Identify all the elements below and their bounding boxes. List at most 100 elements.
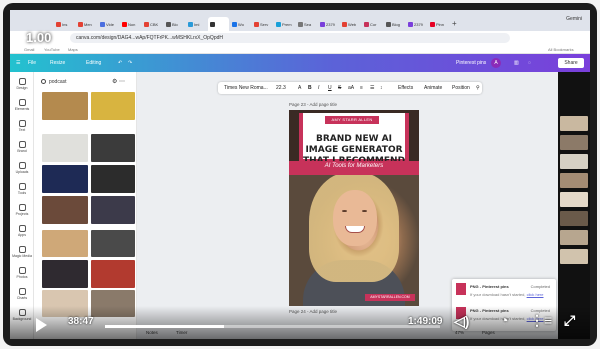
url-field[interactable]: canva.com/design/DAG4...wAp/FQTFrPK...wM… bbox=[70, 33, 510, 43]
bold-icon[interactable]: B bbox=[308, 85, 312, 91]
browser-tab[interactable]: Wo bbox=[230, 17, 251, 31]
result-thumbnail[interactable] bbox=[42, 230, 88, 257]
result-thumbnail[interactable] bbox=[91, 230, 135, 257]
participant-tile[interactable] bbox=[560, 135, 588, 150]
share-button[interactable]: Share bbox=[558, 58, 584, 68]
animate-button[interactable]: Animate bbox=[424, 85, 442, 91]
rail-item-design[interactable]: Design bbox=[10, 78, 34, 90]
browser-tab[interactable]: Cor bbox=[362, 17, 383, 31]
result-thumbnail[interactable] bbox=[91, 92, 135, 120]
case-icon[interactable]: aA bbox=[348, 85, 354, 91]
rail-item-charts[interactable]: Charts bbox=[10, 288, 34, 300]
font-family-select[interactable]: Times New Roma... bbox=[224, 85, 268, 91]
result-thumbnail[interactable] bbox=[91, 260, 135, 288]
result-thumbnail[interactable] bbox=[91, 196, 135, 224]
volume-icon[interactable]: ◁) bbox=[454, 313, 469, 330]
browser-tab[interactable] bbox=[208, 17, 229, 31]
filter-icon[interactable]: ⚙ ⋯ bbox=[112, 78, 125, 85]
rail-item-text[interactable]: Text bbox=[10, 120, 34, 132]
rail-item-apps[interactable]: Apps bbox=[10, 225, 34, 237]
rail-item-projects[interactable]: Projects bbox=[10, 204, 34, 216]
speed-icon[interactable]: ◔ bbox=[500, 312, 508, 328]
result-thumbnail[interactable] bbox=[42, 165, 88, 193]
browser-tab[interactable]: Web bbox=[340, 17, 361, 31]
pin-subtitle[interactable]: AI Tools for Marketers bbox=[289, 163, 419, 169]
browser-tab[interactable]: Prem bbox=[274, 17, 295, 31]
rail-item-uploads[interactable]: Uploads bbox=[10, 162, 34, 174]
search-input[interactable]: podcast bbox=[37, 77, 107, 87]
strikethrough-icon[interactable]: S bbox=[338, 85, 341, 91]
browser-profile[interactable]: Gemini bbox=[566, 16, 582, 22]
redo-icon[interactable]: ↷ bbox=[128, 60, 132, 66]
result-thumbnail[interactable] bbox=[42, 196, 88, 224]
result-thumbnail[interactable] bbox=[91, 134, 135, 162]
browser-tab[interactable]: Pinn bbox=[428, 17, 449, 31]
result-thumbnail[interactable] bbox=[91, 165, 135, 193]
browser-tab[interactable]: Non bbox=[120, 17, 141, 31]
browser-tab[interactable]: Men bbox=[76, 17, 97, 31]
fullscreen-icon[interactable]: ⤢ bbox=[564, 312, 575, 329]
rail-item-magic-media[interactable]: Magic Media bbox=[10, 246, 34, 258]
browser-tab[interactable]: Imi bbox=[186, 17, 207, 31]
rail-item-tools[interactable]: Tools bbox=[10, 183, 34, 195]
spacing-icon[interactable]: ↕ bbox=[380, 85, 383, 91]
paint-format-icon[interactable]: ⚲ bbox=[476, 85, 480, 91]
comment-icon[interactable]: ◌ bbox=[528, 60, 531, 66]
search-icon bbox=[41, 79, 46, 84]
menu-icon[interactable]: ☰ bbox=[16, 60, 20, 66]
result-thumbnail[interactable] bbox=[42, 260, 88, 288]
editing-mode[interactable]: Editing bbox=[86, 60, 101, 66]
rail-item-brand[interactable]: Brand bbox=[10, 141, 34, 153]
browser-tab[interactable]: Ins bbox=[54, 17, 75, 31]
browser-tab[interactable]: Vide bbox=[98, 17, 119, 31]
chapters-icon[interactable]: ⋮≡ bbox=[530, 312, 552, 329]
participant-tile[interactable] bbox=[560, 230, 588, 245]
avatar[interactable]: A bbox=[491, 58, 501, 68]
italic-icon[interactable]: I bbox=[318, 85, 319, 91]
download-item[interactable]: PNG - Pinterest pins Completed If your d… bbox=[456, 281, 554, 301]
rail-item-elements[interactable]: Elements bbox=[10, 99, 34, 111]
progress-bar[interactable] bbox=[105, 325, 440, 328]
new-tab-icon[interactable]: + bbox=[452, 17, 457, 31]
align-icon[interactable]: ≡ bbox=[360, 85, 363, 91]
browser-tab[interactable]: CBK bbox=[142, 17, 163, 31]
resize-button[interactable]: Resize bbox=[50, 60, 65, 66]
result-thumbnail[interactable] bbox=[42, 92, 88, 120]
play-icon[interactable] bbox=[36, 318, 47, 332]
browser-tab[interactable]: Blog bbox=[384, 17, 405, 31]
effects-button[interactable]: Effects bbox=[398, 85, 413, 91]
participant-tile[interactable] bbox=[560, 249, 588, 264]
participant-tile[interactable] bbox=[560, 211, 588, 226]
click-here-link[interactable]: click here bbox=[527, 292, 544, 297]
document-title[interactable]: Pinterest pins bbox=[456, 60, 486, 66]
browser-tab[interactable]: 2379 bbox=[406, 17, 427, 31]
insights-icon[interactable]: ▥ bbox=[514, 60, 519, 66]
bookmarks-bar: Gmail YouTube Maps All Bookmarks bbox=[10, 45, 590, 54]
font-size-field[interactable]: 22.3 bbox=[276, 85, 286, 91]
result-thumbnail[interactable] bbox=[42, 134, 88, 162]
participant-tile[interactable] bbox=[560, 154, 588, 169]
rail-item-photos[interactable]: Photos bbox=[10, 267, 34, 279]
underline-icon[interactable]: U bbox=[328, 85, 332, 91]
list-icon[interactable]: ☰ bbox=[370, 85, 374, 91]
browser-tab[interactable]: Sea bbox=[296, 17, 317, 31]
bookmark-youtube[interactable]: YouTube bbox=[44, 47, 60, 52]
pin-author-tag[interactable]: AMY STARR ALLEN bbox=[325, 116, 379, 124]
file-menu[interactable]: File bbox=[28, 60, 36, 66]
tab-label: Prem bbox=[282, 21, 292, 27]
playback-speed[interactable]: 1.00 bbox=[26, 30, 51, 45]
browser-tab[interactable]: Blo bbox=[164, 17, 185, 31]
participant-tile[interactable] bbox=[560, 173, 588, 188]
browser-tab[interactable]: Serv bbox=[252, 17, 273, 31]
all-bookmarks[interactable]: All Bookmarks bbox=[548, 47, 574, 52]
page-title-23[interactable]: Page 23 - Add page title bbox=[289, 102, 337, 107]
bookmark-gmail[interactable]: Gmail bbox=[24, 47, 34, 52]
participant-tile[interactable] bbox=[560, 192, 588, 207]
bookmark-maps[interactable]: Maps bbox=[68, 47, 78, 52]
undo-icon[interactable]: ↶ bbox=[118, 60, 122, 66]
position-button[interactable]: Position bbox=[452, 85, 470, 91]
text-color-icon[interactable]: A bbox=[298, 85, 301, 91]
participant-tile[interactable] bbox=[560, 116, 588, 131]
browser-tab[interactable]: 2379 bbox=[318, 17, 339, 31]
pin-url[interactable]: AMYSTARRALLEN.COM bbox=[365, 294, 415, 301]
